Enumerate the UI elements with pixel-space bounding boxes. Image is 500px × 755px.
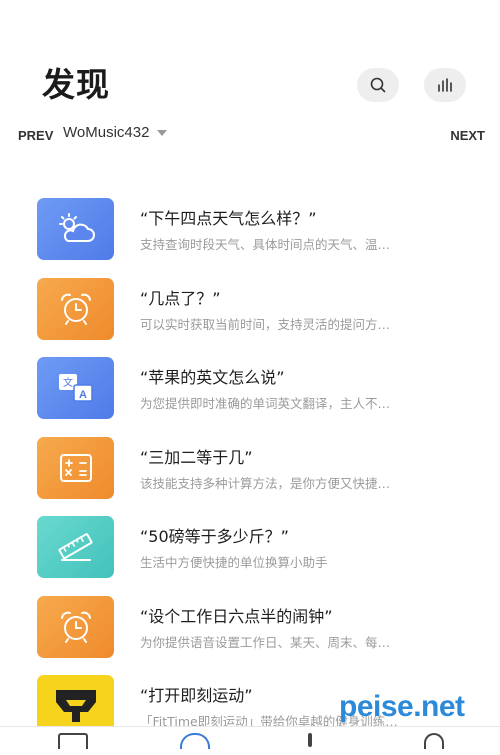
bar-chart-icon: [438, 78, 452, 92]
item-desc: 生活中方便快捷的单位换算小助手: [140, 555, 328, 570]
list-item[interactable]: “三加二等于几” 该技能支持多种计算方法，是你方便又快捷…: [0, 436, 500, 517]
item-desc: 为您提供即时准确的单词英文翻译，主人不…: [140, 396, 391, 411]
item-desc: 支持查询时段天气、具体时间点的天气、温…: [140, 237, 391, 252]
ruler-icon: [37, 516, 114, 578]
alarm-clock-icon: [37, 595, 114, 658]
svg-text:A: A: [79, 389, 87, 401]
alarm-clock-icon: [37, 277, 114, 340]
tab-device-icon[interactable]: [308, 733, 312, 747]
chevron-down-icon: [157, 129, 168, 136]
next-button[interactable]: NEXT: [450, 128, 485, 143]
prev-button[interactable]: PREV: [18, 128, 53, 143]
translate-icon: 文 A: [37, 357, 114, 419]
item-title: “苹果的英文怎么说”: [140, 368, 285, 387]
device-selector[interactable]: WoMusic432: [63, 124, 168, 141]
item-title: “50磅等于多少斤？”: [140, 527, 289, 546]
search-button[interactable]: [357, 68, 399, 102]
svg-text:文: 文: [63, 376, 73, 389]
list-item[interactable]: 文 A “苹果的英文怎么说” 为您提供即时准确的单词英文翻译，主人不…: [0, 357, 500, 437]
weather-icon: [37, 198, 114, 260]
stats-button[interactable]: [424, 68, 466, 102]
tab-profile-icon[interactable]: [424, 733, 444, 749]
page-title: 发现: [42, 65, 110, 104]
item-title: “设个工作日六点半的闹钟”: [140, 606, 333, 626]
item-desc: 该技能支持多种计算方法，是你方便又快捷…: [140, 475, 391, 491]
watermark: peise.net: [339, 690, 465, 723]
calculator-icon: [37, 436, 114, 499]
item-desc: 为你提供语音设置工作日、某天、周末、每…: [140, 634, 391, 650]
list-item[interactable]: “设个工作日六点半的闹钟” 为你提供语音设置工作日、某天、周末、每…: [0, 595, 500, 676]
list-item[interactable]: “下午四点天气怎么样？” 支持查询时段天气、具体时间点的天气、温…: [0, 198, 500, 278]
item-title: “打开即刻运动”: [140, 686, 253, 705]
list-item[interactable]: “50磅等于多少斤？” 生活中方便快捷的单位换算小助手: [0, 516, 500, 596]
list-item[interactable]: “几点了？” 可以实时获取当前时间，支持灵活的提问方…: [0, 277, 500, 358]
item-desc: 可以实时获取当前时间，支持灵活的提问方…: [140, 316, 391, 332]
item-title: “几点了？”: [140, 288, 221, 308]
device-nav: PREV WoMusic432 NEXT: [0, 124, 500, 148]
item-title: “三加二等于几”: [140, 447, 253, 467]
tab-discover-icon[interactable]: [180, 733, 210, 749]
item-title: “下午四点天气怎么样？”: [140, 209, 317, 228]
tab-home-icon[interactable]: [58, 733, 88, 749]
skill-list: “下午四点天气怎么样？” 支持查询时段天气、具体时间点的天气、温… “几点了？”…: [0, 198, 500, 755]
search-icon: [370, 77, 386, 93]
device-name: WoMusic432: [63, 124, 150, 141]
bottom-tab-bar: [0, 726, 500, 749]
